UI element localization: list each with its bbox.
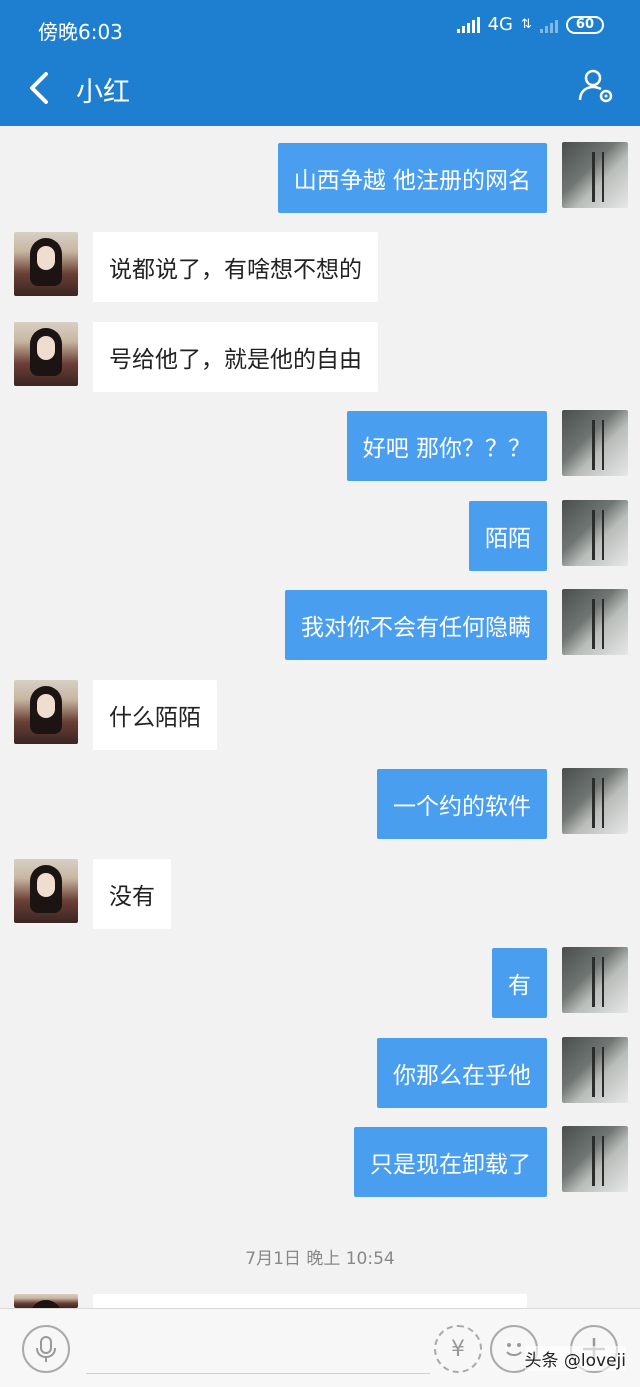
my-avatar[interactable]: [562, 947, 628, 1013]
status-time: 傍晚6:03: [38, 20, 123, 44]
my-avatar[interactable]: [562, 142, 628, 208]
my-avatar[interactable]: [562, 589, 628, 655]
message-bubble[interactable]: 说都说了，有啥想不想的: [93, 232, 378, 302]
my-avatar[interactable]: [562, 500, 628, 566]
chat-title: 小红: [76, 77, 130, 108]
contact-settings-icon[interactable]: [576, 66, 616, 106]
chat-timestamp: 7月1日 晚上 10:54: [245, 1249, 395, 1269]
message-bubble[interactable]: 有: [492, 948, 547, 1018]
my-avatar[interactable]: [562, 768, 628, 834]
message-bubble[interactable]: 你那么在乎他: [377, 1038, 547, 1108]
message-bubble[interactable]: 好吧 那你？？？: [346, 411, 547, 481]
network-type: 4G: [487, 14, 513, 35]
my-avatar[interactable]: [562, 410, 628, 476]
contact-avatar[interactable]: [14, 232, 78, 296]
back-icon[interactable]: [22, 68, 62, 108]
message-bubble[interactable]: 陌陌: [469, 501, 547, 571]
chat-header: 小红: [0, 48, 640, 126]
my-avatar[interactable]: [562, 1126, 628, 1192]
contact-avatar[interactable]: [14, 859, 78, 923]
message-bubble[interactable]: 一个约的软件: [377, 769, 547, 839]
contact-avatar[interactable]: [14, 680, 78, 744]
red-packet-button[interactable]: ¥: [434, 1325, 482, 1373]
message-bubble-partial[interactable]: [93, 1294, 527, 1308]
microphone-icon: [36, 1336, 56, 1362]
message-bubble[interactable]: 山西争越 他注册的网名: [277, 143, 547, 213]
data-transfer-icon: ⇅: [521, 17, 532, 32]
contact-avatar[interactable]: [14, 1294, 78, 1308]
signal-2-icon: [539, 17, 558, 33]
message-bubble[interactable]: 号给他了，就是他的自由: [93, 322, 378, 392]
my-avatar[interactable]: [562, 1037, 628, 1103]
message-bubble[interactable]: 什么陌陌: [93, 680, 217, 750]
message-bubble[interactable]: 没有: [93, 859, 171, 929]
voice-input-button[interactable]: [22, 1325, 70, 1373]
currency-icon: ¥: [451, 1336, 465, 1362]
contact-avatar[interactable]: [14, 322, 78, 386]
watermark: 头条 @loveji: [524, 1346, 626, 1371]
signal-icon: [456, 16, 480, 33]
message-bubble[interactable]: 我对你不会有任何隐瞒: [285, 590, 547, 660]
battery-indicator: 60: [565, 15, 604, 34]
message-input[interactable]: [86, 1373, 430, 1374]
status-bar: 傍晚6:03 4G ⇅ 60: [0, 0, 640, 48]
status-icons: 4G ⇅ 60: [456, 14, 604, 35]
message-bubble[interactable]: 只是现在卸载了: [354, 1127, 547, 1197]
